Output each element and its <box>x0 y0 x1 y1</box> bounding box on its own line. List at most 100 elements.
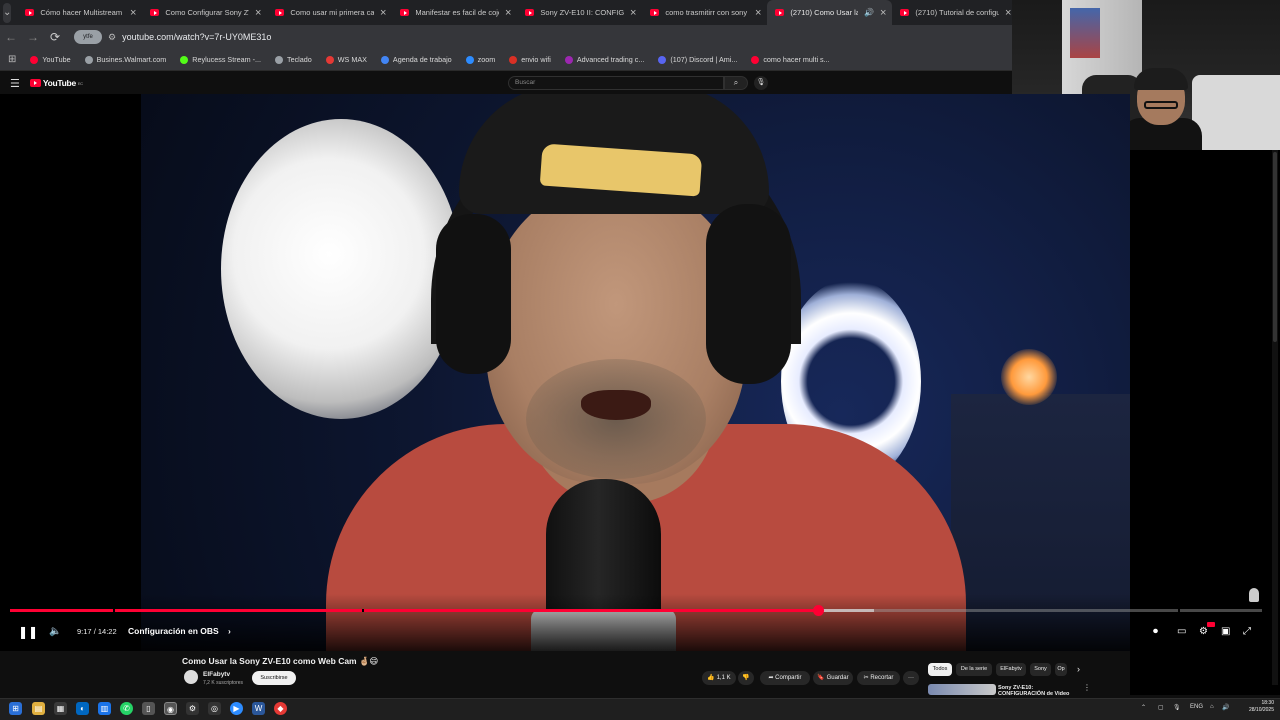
bookmark-item[interactable]: WS MAX <box>325 55 367 64</box>
fullscreen-icon[interactable]: ⤢ <box>1243 626 1251 637</box>
tab-close-icon[interactable]: × <box>505 7 511 19</box>
save-button[interactable]: 🔖 Guardar <box>813 671 853 685</box>
bookmark-label: envio wifi <box>521 55 551 64</box>
notepad-icon[interactable]: ▯ <box>142 702 155 715</box>
volume-tray-icon[interactable]: 🔊 <box>1222 704 1229 711</box>
browser-tab[interactable]: (2710) Tutorial de configu × <box>892 0 1017 25</box>
bookmark-item[interactable]: Agenda de trabajo <box>380 55 452 64</box>
browser-tab[interactable]: Como Configurar Sony ZV × <box>142 0 267 25</box>
site-info-icon[interactable]: ⚙ <box>108 32 116 43</box>
subscribe-button[interactable]: Suscribirse <box>252 671 296 685</box>
scrollbar-thumb[interactable] <box>1273 152 1277 342</box>
progress-played <box>10 609 818 612</box>
tray-chevron-icon[interactable]: ⌃ <box>1141 704 1146 711</box>
address-chip[interactable]: ytfe <box>74 30 102 44</box>
calculator-icon[interactable]: ▦ <box>54 702 67 715</box>
bookmark-item[interactable]: Teclado <box>274 55 312 64</box>
reload-icon[interactable]: ⟳ <box>44 30 66 44</box>
tab-audio-icon[interactable]: 🔊 <box>864 8 874 17</box>
tab-close-icon[interactable]: × <box>255 7 261 19</box>
progress-scrubber[interactable] <box>812 605 824 616</box>
tab-close-icon[interactable]: × <box>1005 7 1011 19</box>
bookmark-item[interactable]: envio wifi <box>509 55 551 64</box>
youtube-logo[interactable]: YouTube EC <box>29 78 83 88</box>
video-player[interactable] <box>0 94 1130 651</box>
related-chip[interactable]: ElFabytv <box>996 663 1026 676</box>
softbox-light <box>221 119 461 419</box>
browser-tab[interactable]: Manifestar es facil de cojo × <box>392 0 517 25</box>
whatsapp-icon[interactable]: ✆ <box>120 702 133 715</box>
tray-app-icon[interactable]: ▢ <box>1158 704 1164 711</box>
channel-name[interactable]: ElFabytv <box>203 671 230 678</box>
tab-close-icon[interactable]: × <box>880 7 886 19</box>
bookmark-item[interactable]: Advanced trading c... <box>564 55 644 64</box>
tab-close-icon[interactable]: × <box>755 7 761 19</box>
browser-tab[interactable]: Como usar mi primera cam × <box>267 0 392 25</box>
pause-icon[interactable]: ❚❚ <box>18 625 38 639</box>
autoplay-toggle-icon[interactable]: ⏺ <box>1153 626 1158 637</box>
file-explorer-icon[interactable]: ▤ <box>32 702 45 715</box>
word-icon[interactable]: W <box>252 702 265 715</box>
right-panel <box>1130 150 1280 695</box>
webcam-person-glasses <box>1144 101 1178 109</box>
chips-next-chevron-icon[interactable]: › <box>1072 663 1085 676</box>
edge-icon[interactable]: ◐ <box>76 702 89 715</box>
start-windows-icon[interactable]: ⊞ <box>9 702 22 715</box>
bookmark-item[interactable]: YouTube <box>30 55 71 64</box>
more-actions-button[interactable]: ··· <box>903 671 919 685</box>
volume-icon[interactable]: 🔈 <box>49 626 61 637</box>
language-indicator[interactable]: ENG <box>1190 704 1203 710</box>
related-chip[interactable]: Sony <box>1030 663 1051 676</box>
bookmark-label: Agenda de trabajo <box>392 55 452 64</box>
browser-tab[interactable]: como trasmitirr con sony × <box>642 0 767 25</box>
tab-close-icon[interactable]: × <box>380 7 386 19</box>
theater-mode-icon[interactable]: ▣ <box>1221 626 1230 637</box>
like-button[interactable]: 👍 1,1 K <box>702 671 736 685</box>
related-chip[interactable]: Todos <box>928 663 952 676</box>
bookmark-item[interactable]: Reylucess Stream -... <box>180 55 261 64</box>
back-arrow-icon[interactable]: ← <box>0 30 22 44</box>
dislike-button[interactable]: 👎 <box>738 671 754 685</box>
channel-avatar[interactable] <box>184 670 198 684</box>
system-clock[interactable]: 18:30 28/10/2025 <box>1238 700 1274 714</box>
subtitles-icon[interactable]: ▭ <box>1177 626 1186 637</box>
youtube-favicon-icon <box>900 9 910 16</box>
settings-gear-icon[interactable]: ⚙ <box>1199 626 1208 637</box>
tab-close-icon[interactable]: × <box>130 7 136 19</box>
tab-search-chevron-icon[interactable]: ⌄ <box>3 2 12 23</box>
app-red-icon[interactable]: ◆ <box>274 702 287 715</box>
bookmark-item[interactable]: como hacer multi s... <box>751 55 830 64</box>
tab-close-icon[interactable]: × <box>630 7 636 19</box>
browser-tab[interactable]: Sony ZV-E10 II: CONFIGU × <box>517 0 642 25</box>
progress-bar[interactable] <box>10 605 1262 616</box>
network-icon[interactable]: ⌂ <box>1210 704 1214 710</box>
bookmark-item[interactable]: Busines.Walmart.com <box>84 55 166 64</box>
docs-icon[interactable]: ▥ <box>98 702 111 715</box>
url-field[interactable]: youtube.com/watch?v=7r-UY0ME31o <box>122 32 271 42</box>
chrome-icon[interactable]: ◉ <box>164 702 177 715</box>
chapter-title-button[interactable]: Configuración en OBS › <box>128 626 231 636</box>
bookmark-item[interactable]: zoom <box>465 55 495 64</box>
forward-arrow-icon[interactable]: → <box>22 30 44 44</box>
address-bar: ← → ⟳ ytfe ⚙ youtube.com/watch?v=7r-UY0M… <box>0 25 1012 49</box>
tray-mic-icon[interactable]: 🎙 <box>1173 704 1181 711</box>
related-chip[interactable]: De la serie <box>956 663 992 676</box>
related-chip[interactable]: Op <box>1055 663 1067 676</box>
zoom-app-icon[interactable]: ▶ <box>230 702 243 715</box>
microphone-icon[interactable]: 🎙 <box>754 76 768 90</box>
related-video-title[interactable]: Sony ZV-E10: CONFIGURACIÓN de Video para… <box>998 685 1080 695</box>
related-more-icon[interactable]: ⋮ <box>1083 683 1091 692</box>
bookmark-item[interactable]: (107) Discord | Ami... <box>658 55 737 64</box>
search-input[interactable]: Buscar <box>508 76 724 90</box>
settings-app-icon[interactable]: ⚙ <box>186 702 199 715</box>
obs-icon[interactable]: ◎ <box>208 702 221 715</box>
browser-tab[interactable]: Cómo hacer Multistream × <box>17 0 142 25</box>
browser-tab[interactable]: (2710) Como Usar la S 🔊 × <box>767 0 893 25</box>
search-icon[interactable]: ⌕ <box>724 76 748 90</box>
video-frame[interactable] <box>141 94 1130 651</box>
clip-button[interactable]: ✂ Recortar <box>857 671 900 685</box>
apps-grid-icon[interactable]: ⊞ <box>8 54 16 65</box>
menu-hamburger-icon[interactable]: ☰ <box>10 77 20 90</box>
share-button[interactable]: ➦ Compartir <box>760 671 810 685</box>
related-video-thumbnail[interactable] <box>928 684 996 695</box>
